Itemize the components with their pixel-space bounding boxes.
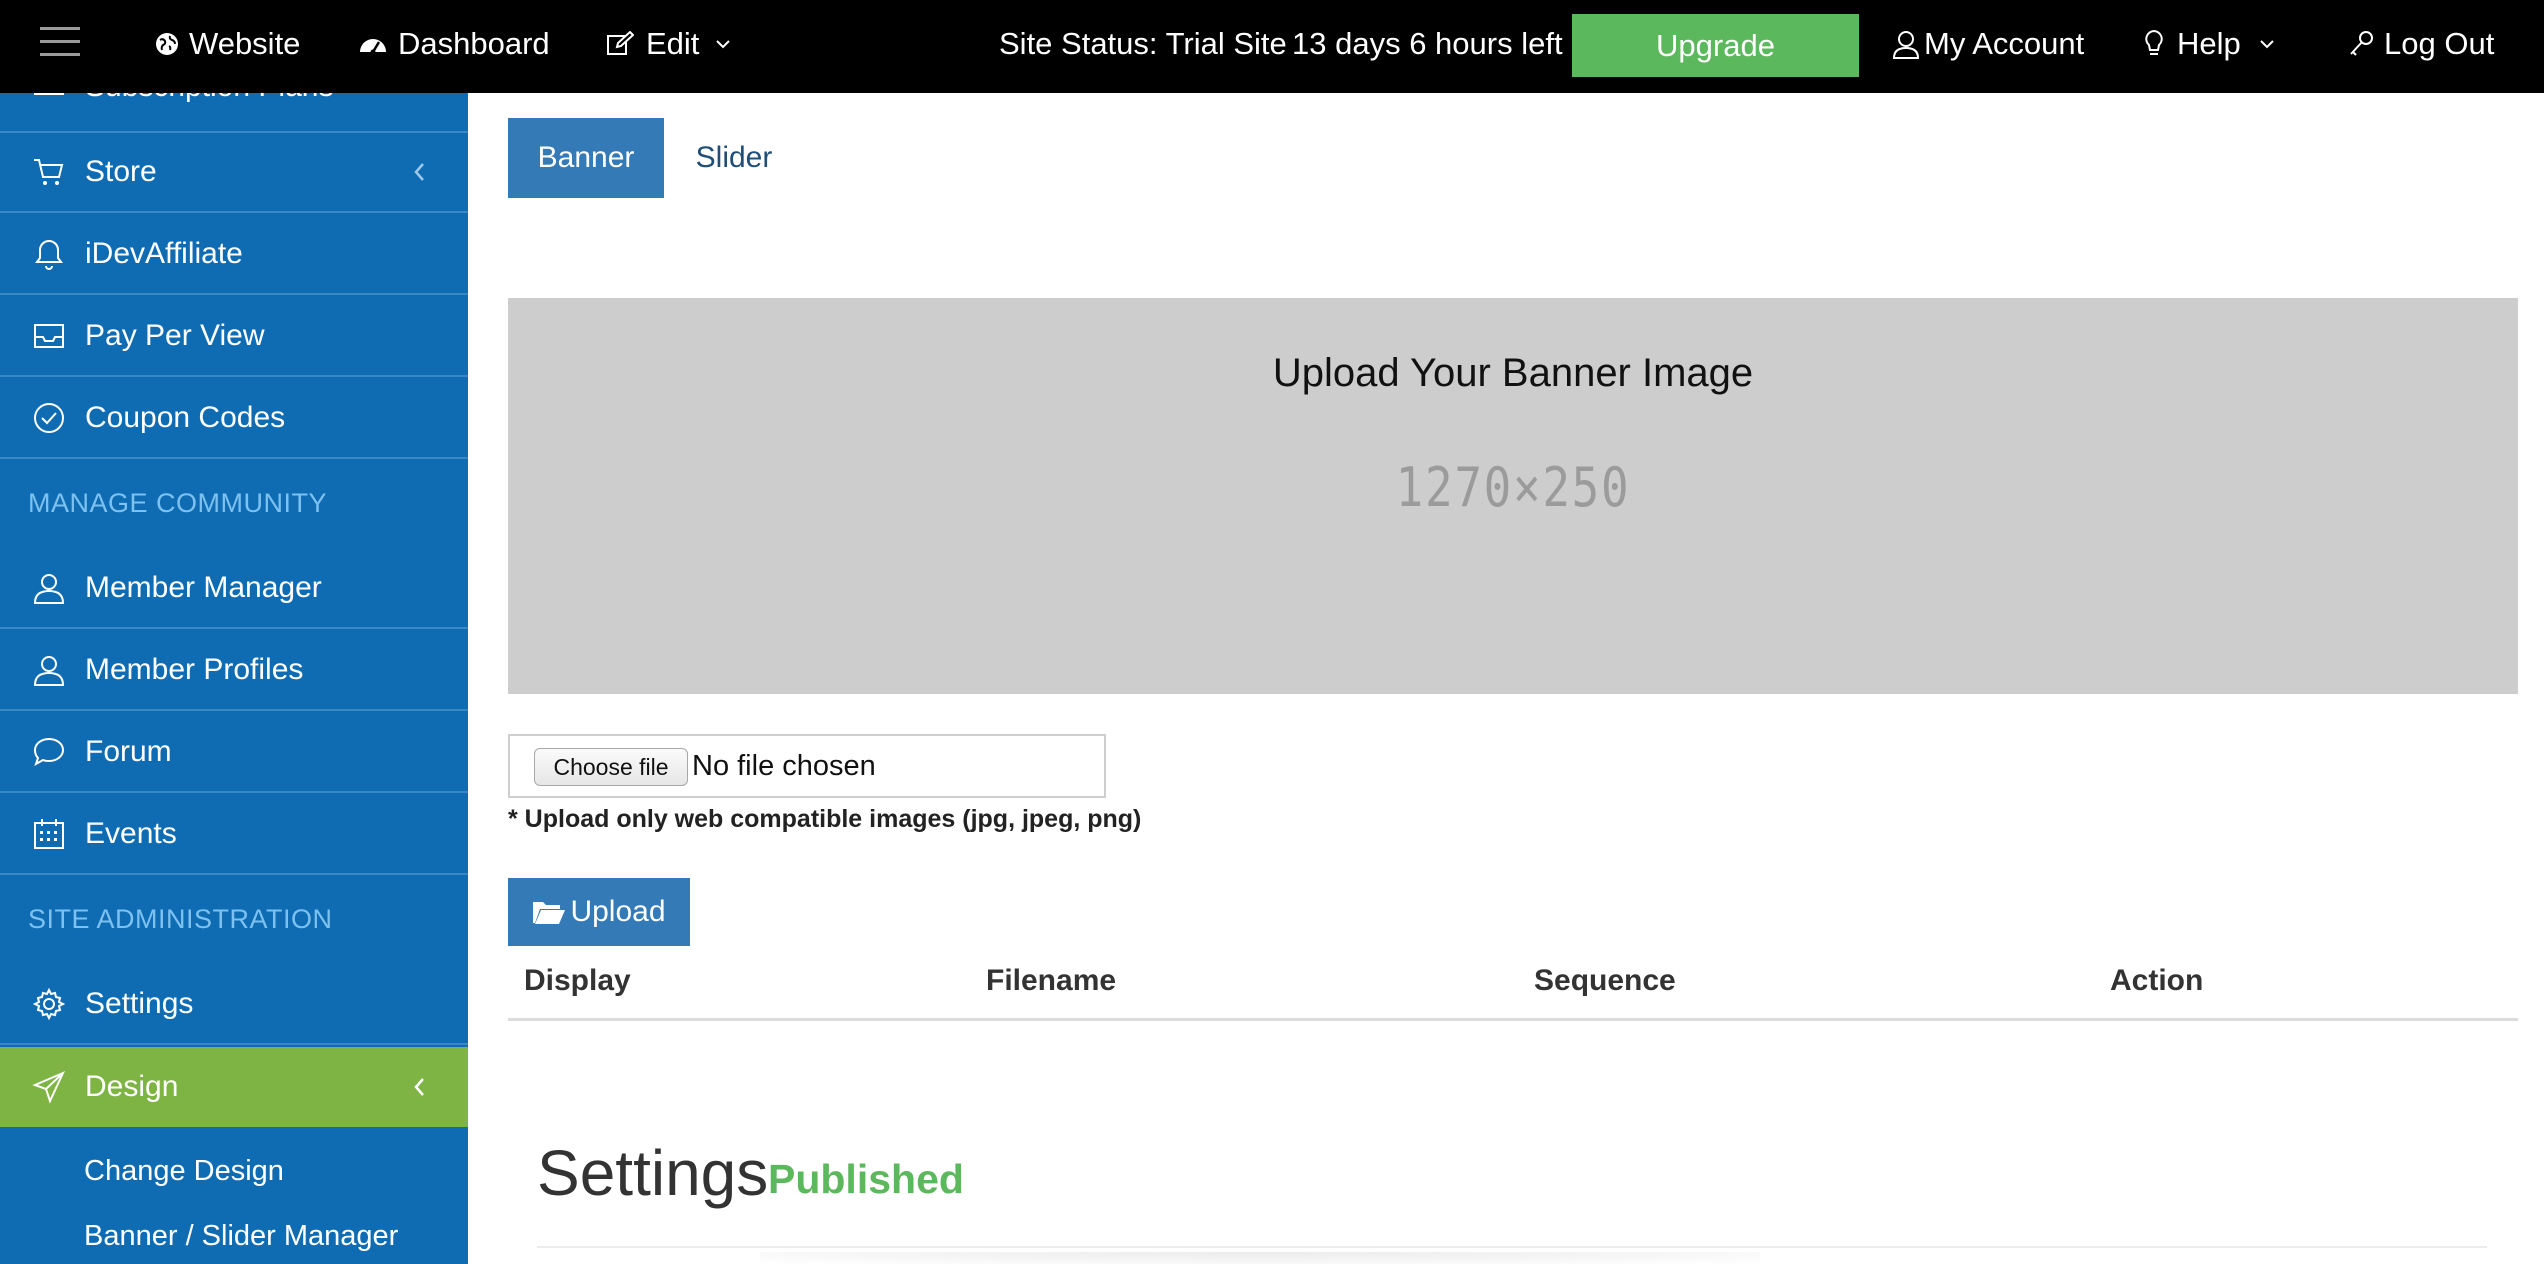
lightbulb-icon — [2145, 29, 2163, 55]
inbox-icon — [34, 324, 64, 348]
user-icon — [33, 574, 65, 604]
cart-icon — [34, 159, 64, 185]
logout-label: Log Out — [2384, 26, 2495, 61]
sidebar-item-label: Events — [85, 817, 177, 850]
dashboard-link[interactable]: Dashboard — [358, 0, 550, 88]
edit-label: Edit — [646, 26, 700, 61]
banner-placeholder: Upload Your Banner Image 1270×250 — [508, 298, 2518, 694]
edit-dropdown[interactable]: Edit — [606, 0, 731, 88]
sidebar-item-forum[interactable]: Forum — [0, 713, 468, 793]
sidebar-item-label: Member Manager — [85, 571, 322, 604]
chevron-down-icon — [716, 40, 731, 49]
column-header-action: Action — [2110, 964, 2204, 997]
site-status: Site Status: Trial Site — [999, 26, 1287, 61]
published-status: Published — [768, 1156, 964, 1202]
top-navbar: Website Dashboard Edit Site Status: Tria… — [0, 0, 2544, 93]
upload-button[interactable]: Upload — [508, 878, 690, 946]
column-header-sequence: Sequence — [1534, 964, 1676, 997]
menu-toggle-icon[interactable] — [40, 0, 82, 88]
sidebar-item-label: Settings — [85, 987, 194, 1020]
banner-upload-title: Upload Your Banner Image — [1272, 351, 1754, 395]
sidebar-item-label: Pay Per View — [85, 319, 265, 352]
folder-open-icon — [533, 902, 566, 924]
upgrade-button[interactable]: Upgrade — [1572, 14, 1859, 77]
choose-file-button[interactable]: Choose file — [534, 748, 688, 786]
user-icon — [33, 656, 65, 686]
tab-slider[interactable]: Slider — [676, 118, 792, 198]
check-circle-icon — [34, 403, 64, 433]
chevron-left-icon — [414, 163, 424, 181]
sidebar-item-idevaffiliate[interactable]: iDevAffiliate — [0, 215, 468, 295]
sidebar-item-label: Forum — [85, 735, 172, 768]
sidebar-item-subscription-plans[interactable]: Subscription Plans — [0, 93, 468, 133]
sidebar: Subscription Plans Store iDevAffiliate P… — [0, 93, 468, 1264]
chevron-down-icon — [2260, 40, 2274, 49]
user-icon — [1892, 31, 1920, 59]
sidebar-item-label: Design — [85, 1070, 179, 1103]
my-account-label: My Account — [1924, 26, 2085, 61]
dashboard-gauge-icon — [360, 39, 386, 55]
sidebar-item-label: Subscription Plans — [85, 93, 333, 104]
sidebar-item-label: Member Profiles — [85, 653, 304, 686]
section-heading-site-administration: SITE ADMINISTRATION — [28, 904, 333, 934]
dashboard-label: Dashboard — [398, 26, 550, 61]
my-account-link[interactable]: My Account — [1892, 0, 2084, 88]
edit-pencil-icon — [607, 31, 634, 55]
bell-icon — [35, 239, 63, 270]
key-icon — [2350, 31, 2373, 56]
sidebar-item-label: Store — [85, 155, 157, 188]
logout-link[interactable]: Log Out — [2348, 0, 2494, 88]
file-input[interactable]: Choose file No file chosen — [508, 734, 1106, 798]
column-header-filename: Filename — [986, 964, 1117, 997]
calendar-icon — [34, 819, 64, 849]
sidebar-item-events[interactable]: Events — [0, 795, 468, 875]
paper-plane-icon — [32, 1071, 66, 1104]
help-label: Help — [2177, 26, 2241, 61]
settings-heading: Settings — [537, 1137, 769, 1209]
table-header-divider — [508, 1018, 2518, 1021]
file-status-text: No file chosen — [692, 749, 876, 782]
sidebar-subitem-change-design[interactable]: Change Design — [84, 1155, 284, 1188]
sidebar-item-label: Coupon Codes — [85, 401, 286, 434]
help-dropdown[interactable]: Help — [2143, 0, 2275, 88]
sidebar-subitem-banner-slider-manager[interactable]: Banner / Slider Manager — [84, 1220, 398, 1253]
chevron-left-icon — [414, 1078, 424, 1096]
banner-size-label: 1270×250 — [1395, 456, 1631, 519]
globe-icon — [156, 33, 178, 55]
section-heading-manage-community: MANAGE COMMUNITY — [28, 488, 328, 518]
upload-format-note: * Upload only web compatible images (jpg… — [508, 805, 1142, 833]
sidebar-item-settings[interactable]: Settings — [0, 965, 468, 1045]
upload-button-label: Upload — [570, 895, 666, 928]
gear-icon — [32, 987, 66, 1021]
sidebar-item-pay-per-view[interactable]: Pay Per View — [0, 297, 468, 377]
website-label: Website — [189, 26, 301, 61]
sidebar-item-member-manager[interactable]: Member Manager — [0, 549, 468, 629]
sidebar-item-label: iDevAffiliate — [85, 237, 243, 270]
trial-time-left: 13 days 6 hours left - — [1292, 26, 1582, 61]
sidebar-item-member-profiles[interactable]: Member Profiles — [0, 631, 468, 711]
sidebar-item-coupon-codes[interactable]: Coupon Codes — [0, 379, 468, 459]
list-icon — [34, 93, 64, 95]
website-link[interactable]: Website — [155, 0, 300, 88]
settings-divider — [537, 1246, 2487, 1248]
sidebar-item-store[interactable]: Store — [0, 133, 468, 213]
column-header-display: Display — [524, 964, 631, 997]
panel-shadow — [760, 1252, 1760, 1264]
sidebar-item-design[interactable]: Design — [0, 1047, 468, 1127]
tab-banner[interactable]: Banner — [508, 118, 664, 198]
speech-bubble-icon — [33, 737, 65, 767]
